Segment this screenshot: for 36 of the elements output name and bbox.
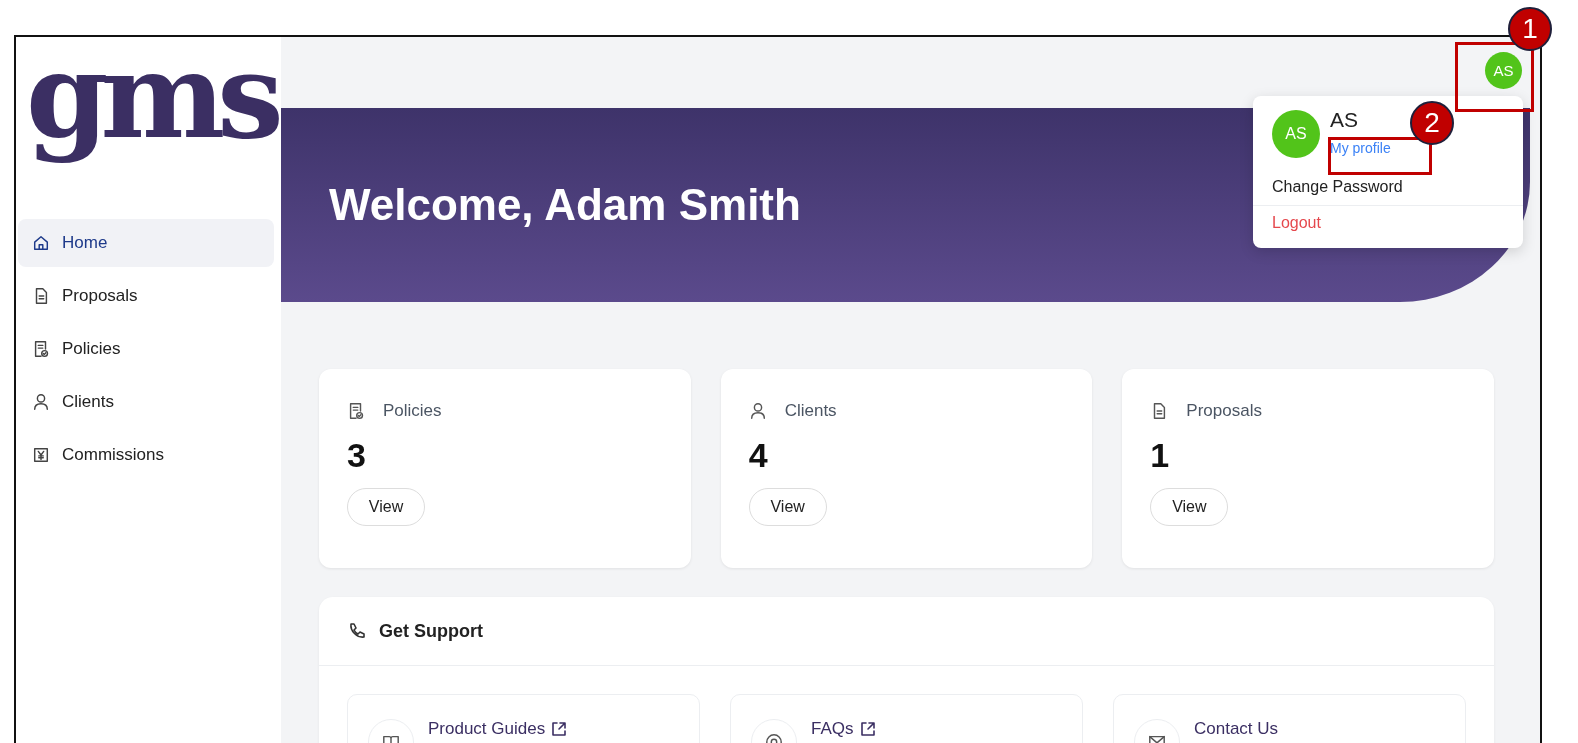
sidebar-item[interactable]: Proposals [18,272,274,320]
person-icon [748,402,767,420]
sidebar-item[interactable]: Clients [18,378,274,426]
welcome-title: Welcome, Adam Smith [329,180,801,230]
sidebar-item[interactable]: Home [18,219,274,267]
avatar: AS [1272,110,1320,158]
step-number-badge: 1 [1508,7,1552,51]
link-title: Product Guides [428,719,546,739]
card-title: Proposals [1186,401,1262,421]
document-check-icon [347,402,365,420]
sidebar-item[interactable]: Policies [18,325,274,373]
section-title: Get Support [379,620,483,642]
view-button[interactable]: View [347,488,425,527]
document-check-icon [32,340,50,358]
view-button[interactable]: View [748,488,827,527]
count: 3 [347,437,367,475]
sidebar-item[interactable]: Commissions [18,431,274,479]
count: 4 [748,437,769,475]
card-title: Clients [784,401,837,421]
link-title: Contact Us [1194,719,1279,739]
logout-item[interactable]: Logout [1253,205,1523,240]
count: 1 [1150,437,1171,475]
link-title: FAQs [811,719,854,739]
currency-box-icon [32,446,50,464]
card-title: Policies [383,401,442,421]
person-icon [32,393,50,411]
support-card[interactable]: Product Guides [347,694,700,743]
phone-icon [347,621,367,641]
support-card[interactable]: FAQs [730,694,1083,743]
support-card[interactable]: Contact Us [1113,694,1466,743]
menu-item[interactable]: Change Password [1253,170,1523,204]
house-icon [32,234,50,252]
profile-link[interactable]: My profile [1330,140,1391,157]
logo: gms [25,37,278,167]
user-name: AS [1330,108,1359,132]
view-button[interactable]: View [1150,488,1229,527]
